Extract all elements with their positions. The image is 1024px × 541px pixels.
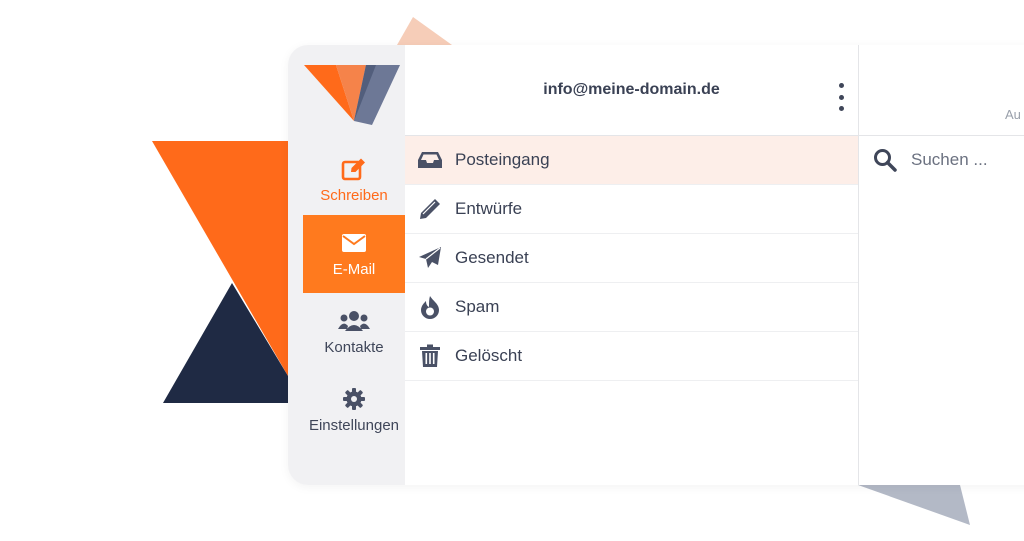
- search-icon[interactable]: [873, 148, 899, 172]
- users-icon: [338, 309, 370, 333]
- sidebar-item-label: E-Mail: [332, 260, 376, 278]
- account-header: info@meine-domain.de: [405, 45, 858, 136]
- folder-item-sent[interactable]: Gesendet: [405, 234, 858, 283]
- folder-item-spam[interactable]: Spam: [405, 283, 858, 332]
- decor-peach-triangle: [397, 17, 452, 45]
- envelope-icon: [341, 231, 367, 255]
- message-list-header: Au: [859, 45, 1024, 136]
- folder-item-inbox[interactable]: Posteingang: [405, 136, 858, 185]
- gear-icon: [342, 387, 366, 411]
- search-input[interactable]: [909, 149, 1024, 171]
- inbox-icon: [417, 147, 443, 173]
- folder-label: Gesendet: [455, 248, 529, 267]
- paper-plane-icon: [417, 245, 443, 271]
- folder-label: Gelöscht: [455, 346, 523, 365]
- folder-label: Entwürfe: [455, 199, 523, 218]
- mail-app-window: Schreiben E-Mail Kontakte Einstellungen …: [288, 45, 1024, 485]
- sidebar-item-email[interactable]: E-Mail: [303, 215, 405, 293]
- message-list-pane: Au: [859, 45, 1024, 485]
- edit-icon: [341, 157, 367, 181]
- sidebar-item-settings[interactable]: Einstellungen: [303, 371, 405, 449]
- sidebar-nav: Schreiben E-Mail Kontakte Einstellungen: [288, 45, 405, 485]
- folder-label: Spam: [455, 297, 500, 316]
- fire-icon: [417, 294, 443, 320]
- more-vertical-icon[interactable]: [836, 83, 846, 111]
- folder-label: Posteingang: [455, 150, 550, 169]
- folder-item-drafts[interactable]: Entwürfe: [405, 185, 858, 234]
- sidebar-item-label: Kontakte: [324, 338, 384, 356]
- trash-icon: [417, 343, 443, 369]
- account-email: info@meine-domain.de: [543, 81, 720, 98]
- list-header-partial-label: Au: [1005, 107, 1021, 122]
- sidebar-item-contacts[interactable]: Kontakte: [303, 293, 405, 371]
- sidebar-item-compose[interactable]: Schreiben: [303, 141, 405, 219]
- folder-item-trash[interactable]: Gelöscht: [405, 332, 858, 381]
- pencil-icon: [417, 196, 443, 222]
- sidebar-item-label: Schreiben: [320, 186, 388, 204]
- brand-logo: [304, 65, 402, 132]
- search-bar: [859, 136, 1024, 184]
- folder-pane: info@meine-domain.de Posteingang Entwürf…: [405, 45, 859, 485]
- decor-gray-triangle: [858, 485, 970, 525]
- sidebar-item-label: Einstellungen: [308, 416, 400, 434]
